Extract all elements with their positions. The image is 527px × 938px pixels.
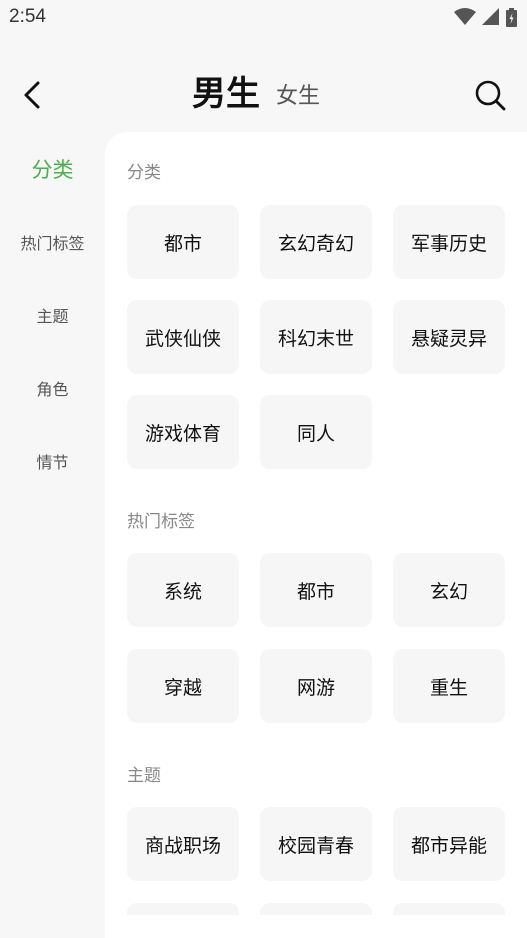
- nav-item-label: 主题: [36, 306, 69, 326]
- chip-category[interactable]: 都市: [127, 205, 239, 279]
- chip-category[interactable]: 同人: [260, 395, 372, 469]
- chip-category[interactable]: 武侠仙侠: [127, 300, 239, 374]
- chip-theme[interactable]: 都市异能: [393, 807, 505, 881]
- chip-hot-tag[interactable]: 穿越: [127, 649, 239, 723]
- chip-theme[interactable]: 商战职场: [127, 807, 239, 881]
- status-bar: 2:54: [0, 0, 527, 36]
- chip-hot-tag[interactable]: 玄幻: [393, 553, 505, 627]
- tab-female[interactable]: 女生: [276, 78, 320, 116]
- section-title-hot-tags: 热门标签: [127, 512, 195, 532]
- chip-hot-tag[interactable]: 重生: [393, 649, 505, 723]
- nav-item-label: 角色: [36, 379, 69, 399]
- search-icon: [475, 80, 506, 111]
- nav-item-theme[interactable]: 主题: [0, 278, 105, 351]
- nav-item-category[interactable]: 分类: [0, 132, 105, 205]
- chevron-left-icon: [24, 81, 40, 109]
- gender-tabs: 男生 女生: [192, 72, 320, 116]
- tab-male[interactable]: 男生: [192, 72, 260, 116]
- nav-item-hot-tags[interactable]: 热门标签: [0, 205, 105, 278]
- left-nav: 分类 热门标签 主题 角色 情节: [0, 132, 105, 497]
- section-title-category: 分类: [127, 163, 161, 183]
- chip-category[interactable]: 科幻末世: [260, 300, 372, 374]
- header: 男生 女生: [0, 60, 527, 130]
- main-panel: 分类 都市 玄幻奇幻 军事历史 武侠仙侠 科幻末世 悬疑灵异 游戏体育 同人 热…: [105, 132, 527, 938]
- chip-theme-partial[interactable]: [393, 903, 505, 915]
- section-title-theme: 主题: [127, 766, 161, 786]
- search-button[interactable]: [473, 78, 507, 112]
- chip-category[interactable]: 游戏体育: [127, 395, 239, 469]
- wifi-icon: [454, 8, 476, 25]
- chip-theme-partial[interactable]: [127, 903, 239, 915]
- chip-theme-partial[interactable]: [260, 903, 372, 915]
- chip-hot-tag[interactable]: 都市: [260, 553, 372, 627]
- nav-item-label: 情节: [36, 452, 69, 472]
- nav-item-label: 分类: [31, 157, 74, 182]
- cell-signal-icon: [482, 8, 499, 25]
- nav-item-plot[interactable]: 情节: [0, 424, 105, 497]
- status-time: 2:54: [9, 6, 46, 27]
- chip-theme[interactable]: 校园青春: [260, 807, 372, 881]
- chip-hot-tag[interactable]: 网游: [260, 649, 372, 723]
- chip-category[interactable]: 悬疑灵异: [393, 300, 505, 374]
- chip-hot-tag[interactable]: 系统: [127, 553, 239, 627]
- chip-category[interactable]: 军事历史: [393, 205, 505, 279]
- back-button[interactable]: [18, 80, 48, 110]
- nav-item-label: 热门标签: [20, 233, 85, 253]
- battery-icon: [506, 7, 517, 27]
- nav-item-role[interactable]: 角色: [0, 351, 105, 424]
- chip-category[interactable]: 玄幻奇幻: [260, 205, 372, 279]
